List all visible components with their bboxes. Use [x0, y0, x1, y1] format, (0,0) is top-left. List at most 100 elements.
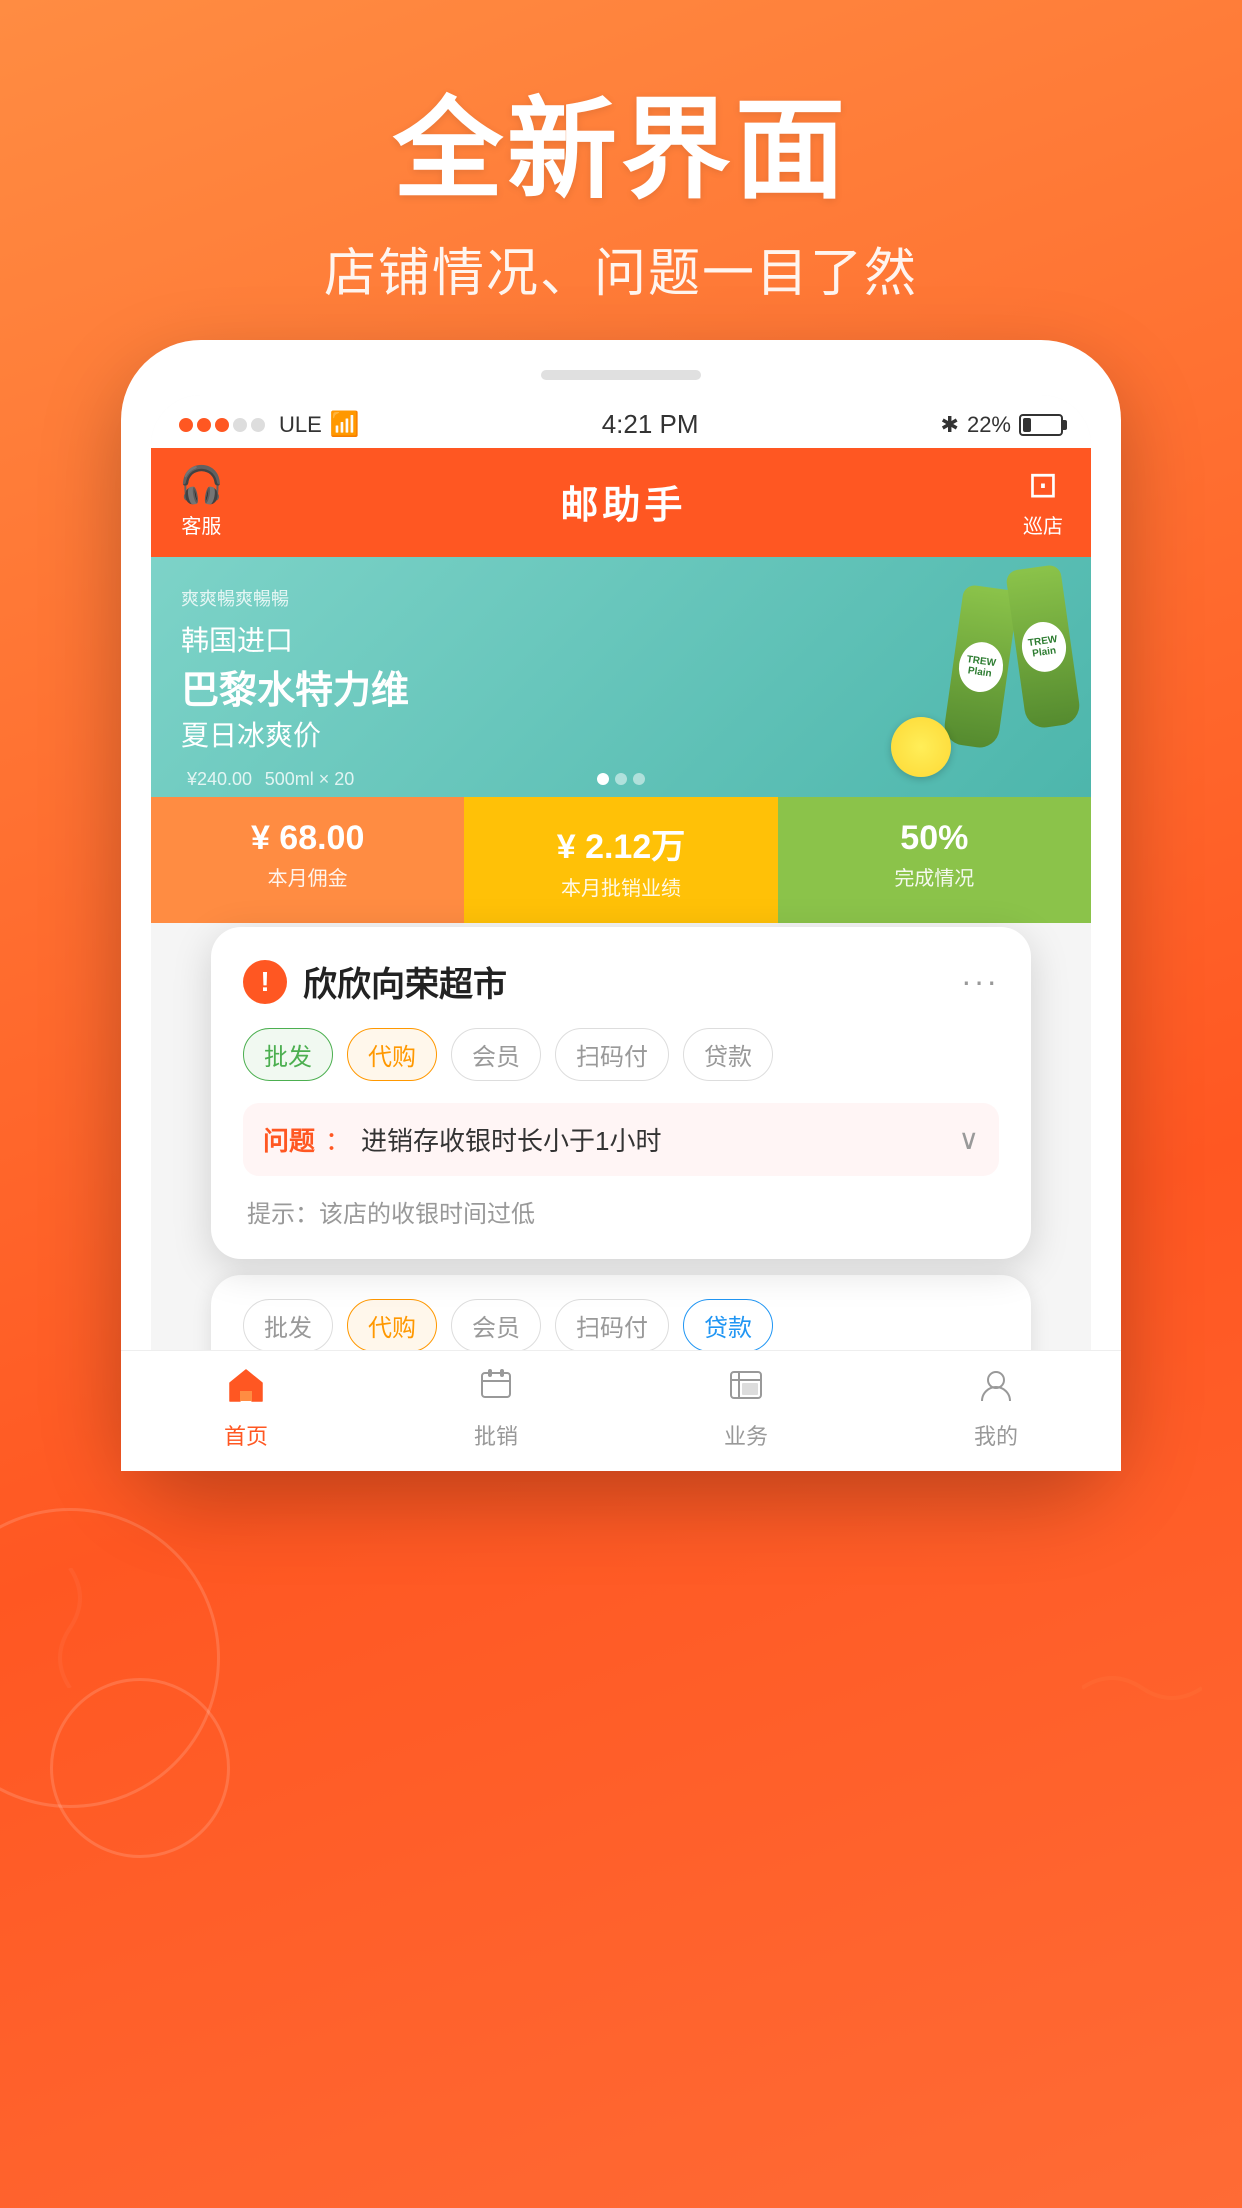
squiggle-right	[1082, 1648, 1202, 1728]
carrier-name: ULE	[279, 412, 322, 438]
wifi-icon: 📶	[330, 410, 360, 439]
tag2-member[interactable]: 会员	[451, 1299, 541, 1352]
nav-service-label: 业务	[724, 1419, 768, 1441]
hint-content: 该店的收银时间过低	[319, 1201, 535, 1228]
main-title: 全新界面	[0, 90, 1242, 211]
tag2-scan-pay[interactable]: 扫码付	[555, 1299, 669, 1352]
store-card-header: ! 欣欣向荣超市 ···	[243, 957, 999, 1006]
product-bottles: TREWPlain TREWPlain	[953, 567, 1071, 747]
sales-stat: ¥ 2.12万 本月批销业绩	[464, 797, 777, 923]
promo-banner[interactable]: 爽爽暢爽暢暢 韩国进口 巴黎水特力维 夏日冰爽价 ¥240.00 500ml ×…	[151, 557, 1091, 797]
problem-colon: ：	[325, 1121, 351, 1158]
completion-label: 完成情况	[788, 862, 1081, 891]
commission-value: ¥ 68.00	[161, 819, 454, 858]
main-subtitle: 店铺情况、问题一目了然	[0, 231, 1242, 306]
price-value: ¥240.00	[187, 769, 252, 789]
phone-mockup: ULE 📶 4:21 PM ✱ 22% 🎧 客服	[121, 340, 1121, 1471]
battery-fill	[1023, 418, 1031, 432]
banner-line2: 巴黎水特力维	[181, 659, 1061, 714]
hint-prefix: 提示：	[247, 1201, 319, 1228]
nav-batch[interactable]: 批销	[371, 1367, 621, 1441]
stats-row: ¥ 68.00 本月佣金 ¥ 2.12万 本月批销业绩 50% 完成情况	[151, 797, 1091, 923]
tag-wholesale[interactable]: 批发	[243, 1028, 333, 1081]
bottle-label-1: TREWPlain	[955, 639, 1006, 695]
more-options-button[interactable]: ···	[961, 963, 999, 1000]
headphone-icon: 🎧	[179, 464, 224, 506]
chevron-down-icon: ∨	[959, 1123, 980, 1156]
hint-text: 提示：该店的收银时间过低	[243, 1190, 999, 1229]
phone-frame: ULE 📶 4:21 PM ✱ 22% 🎧 客服	[121, 340, 1121, 1471]
battery-bar	[1019, 414, 1063, 436]
status-bar: ULE 📶 4:21 PM ✱ 22%	[151, 395, 1091, 448]
lemon-decoration	[891, 717, 951, 777]
problem-text: 问题 ： 进销存收银时长小于1小时	[263, 1121, 662, 1158]
customer-service-label: 客服	[181, 510, 221, 539]
tag2-wholesale[interactable]: 批发	[243, 1299, 333, 1352]
commission-label: 本月佣金	[161, 862, 454, 891]
service-icon	[726, 1367, 766, 1413]
profile-icon	[976, 1367, 1016, 1413]
dot-1	[597, 773, 609, 785]
tag-loan[interactable]: 贷款	[683, 1028, 773, 1081]
sales-value: ¥ 2.12万	[474, 819, 767, 868]
sales-label: 本月批销业绩	[474, 872, 767, 901]
batch-icon	[476, 1367, 516, 1413]
patrol-label: 巡店	[1023, 510, 1063, 539]
bottle-label-2: TREWPlain	[1018, 619, 1069, 675]
status-time: 4:21 PM	[602, 409, 699, 440]
problem-label: 问题	[263, 1121, 315, 1158]
bottom-nav: 首页 批销	[151, 1350, 1091, 1441]
nav-profile[interactable]: 我的	[871, 1367, 1091, 1441]
store-name: 欣欣向荣超市	[303, 957, 507, 1006]
completion-stat: 50% 完成情况	[778, 797, 1091, 923]
store-tags: 批发 代购 会员 扫码付 贷款	[243, 1028, 999, 1081]
phone-notch	[541, 370, 701, 380]
bg-decoration-circle-small	[50, 1678, 230, 1858]
status-right: ✱ 22%	[941, 412, 1063, 438]
patrol-store-btn[interactable]: ⊡ 巡店	[1023, 464, 1063, 539]
problem-box[interactable]: 问题 ： 进销存收银时长小于1小时 ∨	[243, 1103, 999, 1176]
dot-3	[633, 773, 645, 785]
nav-service[interactable]: 业务	[621, 1367, 871, 1441]
banner-dots	[597, 773, 645, 785]
signal-dot-4	[233, 418, 247, 432]
home-icon	[226, 1367, 266, 1413]
problem-desc: 进销存收银时长小于1小时	[361, 1121, 661, 1158]
tag2-loan[interactable]: 贷款	[683, 1299, 773, 1352]
customer-service-btn[interactable]: 🎧 客服	[179, 464, 224, 539]
scan-icon: ⊡	[1028, 464, 1058, 506]
banner-small-text: 爽爽暢爽暢暢	[181, 585, 1061, 611]
header-area: 全新界面 店铺情况、问题一目了然	[0, 0, 1242, 306]
signal-dot-3	[215, 418, 229, 432]
store-name-row: ! 欣欣向荣超市	[243, 957, 507, 1006]
squiggle-left	[30, 1568, 110, 1688]
tag-scan-pay[interactable]: 扫码付	[555, 1028, 669, 1081]
tag2-proxy[interactable]: 代购	[347, 1299, 437, 1352]
bottle-2: TREWPlain	[1005, 564, 1082, 730]
app-header: 🎧 客服 邮助手 ⊡ 巡店	[151, 448, 1091, 557]
status-left: ULE 📶	[179, 410, 360, 439]
nav-batch-label: 批销	[474, 1419, 518, 1441]
tag-proxy[interactable]: 代购	[347, 1028, 437, 1081]
phone-screen: ULE 📶 4:21 PM ✱ 22% 🎧 客服	[151, 395, 1091, 1441]
price-unit: 500ml × 20	[265, 769, 355, 789]
dot-2	[615, 773, 627, 785]
signal-dot-1	[179, 418, 193, 432]
nav-home[interactable]: 首页	[151, 1367, 371, 1441]
tag-member[interactable]: 会员	[451, 1028, 541, 1081]
bottle-1: TREWPlain	[942, 584, 1019, 750]
store-card-1: ! 欣欣向荣超市 ··· 批发 代购 会员 扫码付 贷款	[211, 927, 1031, 1259]
app-title: 邮助手	[560, 474, 686, 529]
banner-line1: 韩国进口	[181, 619, 1061, 659]
commission-stat: ¥ 68.00 本月佣金	[151, 797, 464, 923]
battery-percent: 22%	[967, 412, 1011, 438]
nav-profile-label: 我的	[974, 1419, 1018, 1441]
signal-dots	[179, 418, 265, 432]
store-2-tags: 批发 代购 会员 扫码付 贷款	[243, 1299, 999, 1352]
completion-value: 50%	[788, 819, 1081, 858]
bluetooth-icon: ✱	[941, 412, 959, 438]
signal-dot-5	[251, 418, 265, 432]
battery-tip	[1063, 420, 1067, 430]
signal-dot-2	[197, 418, 211, 432]
alert-icon: !	[243, 960, 287, 1004]
